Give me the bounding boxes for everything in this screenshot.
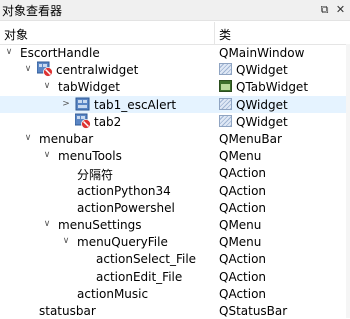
chevron-down-icon[interactable]: ∨	[4, 45, 14, 59]
tree-row[interactable]: actionPowershel QAction	[0, 199, 346, 216]
vertical-scrollbar[interactable]	[346, 44, 350, 318]
object-name: menuSettings	[58, 218, 142, 232]
column-divider[interactable]	[214, 22, 215, 44]
class-name: QMenu	[219, 235, 262, 250]
class-name: QAction	[219, 166, 267, 181]
widget-class-icon	[219, 63, 232, 76]
object-name: actionMusic	[77, 286, 149, 301]
chevron-down-icon[interactable]: ∨	[23, 62, 33, 76]
object-name: menuQueryFile	[77, 235, 168, 250]
class-name: QTabWidget	[236, 80, 309, 95]
tree-row[interactable]: actionMusic QAction	[0, 285, 346, 302]
float-icon[interactable]: ⧉	[318, 3, 331, 16]
tree-row[interactable]: ∨ EscortHandle QMainWindow	[0, 44, 346, 61]
class-name: QAction	[219, 200, 267, 215]
tree-row[interactable]: ∨ menuQueryFile QMenu	[0, 233, 346, 250]
tree-row[interactable]: ∨ menubar QMenuBar	[0, 130, 346, 147]
tree-row[interactable]: tab2 QWidget	[0, 113, 346, 130]
close-icon[interactable]: ✕	[334, 3, 347, 16]
class-name: QWidget	[236, 114, 288, 129]
object-name: tab2	[94, 114, 122, 129]
class-name: QStatusBar	[219, 304, 288, 318]
widget-class-icon	[219, 97, 232, 110]
widget-blocked-icon	[36, 61, 53, 78]
chevron-down-icon[interactable]: ∨	[42, 79, 52, 93]
tree-row[interactable]: actionSelect_File QAction	[0, 250, 346, 267]
chevron-down-icon[interactable]: ∨	[42, 148, 52, 162]
object-name: actionPython34	[77, 183, 171, 198]
object-name: actionSelect_File	[96, 252, 197, 267]
object-name: menuTools	[58, 149, 122, 164]
chevron-down-icon[interactable]: ∨	[23, 131, 33, 145]
tree-row[interactable]: actionPython34 QAction	[0, 182, 346, 199]
class-name: QWidget	[236, 97, 288, 112]
tree-header: 对象 类	[0, 22, 350, 45]
class-name: QAction	[219, 183, 267, 198]
widget-class-icon	[219, 114, 232, 127]
column-header-class[interactable]: 类	[219, 26, 231, 43]
tabwidget-class-icon	[219, 80, 232, 93]
tree-row[interactable]: > tab1_escAlert QWidget	[0, 95, 346, 113]
chevron-down-icon[interactable]: ∨	[42, 217, 52, 231]
tree-row[interactable]: ∨ menuTools QMenu	[0, 147, 346, 164]
class-name: QAction	[219, 252, 267, 267]
chevron-down-icon[interactable]: ∨	[61, 234, 71, 248]
chevron-right-icon[interactable]: >	[61, 97, 71, 111]
panel-title: 对象查看器	[2, 4, 63, 18]
widget-icon	[75, 96, 91, 112]
tree-row[interactable]: statusbar QStatusBar	[0, 302, 346, 319]
class-name: QMenu	[219, 149, 262, 164]
class-name: QMenuBar	[219, 132, 282, 146]
object-name: actionPowershel	[77, 200, 175, 215]
widget-blocked-icon	[74, 113, 91, 129]
class-name: QMainWindow	[219, 46, 305, 60]
column-header-object[interactable]: 对象	[4, 26, 28, 43]
object-name: statusbar	[39, 304, 96, 318]
object-name: actionEdit_File	[96, 269, 183, 284]
tree-row[interactable]: actionEdit_File QAction	[0, 268, 346, 285]
object-name: menubar	[39, 132, 94, 146]
class-name: QWidget	[236, 63, 288, 78]
tree-row[interactable]: ∨ centralwidget QWidget	[0, 61, 346, 78]
tree-row[interactable]: ∨ tabWidget QTabWidget	[0, 78, 346, 95]
class-name: QAction	[219, 269, 267, 284]
tree-row[interactable]: ∨ menuSettings QMenu	[0, 216, 346, 233]
class-name: QMenu	[219, 218, 262, 232]
tree-row[interactable]: 分隔符 QAction	[0, 164, 346, 182]
object-name: tabWidget	[58, 80, 120, 95]
object-name: EscortHandle	[20, 46, 100, 60]
object-name: centralwidget	[56, 63, 139, 78]
panel-titlebar: 对象查看器 ⧉ ✕	[0, 0, 350, 21]
object-name: tab1_escAlert	[94, 97, 177, 112]
class-name: QAction	[219, 286, 267, 301]
